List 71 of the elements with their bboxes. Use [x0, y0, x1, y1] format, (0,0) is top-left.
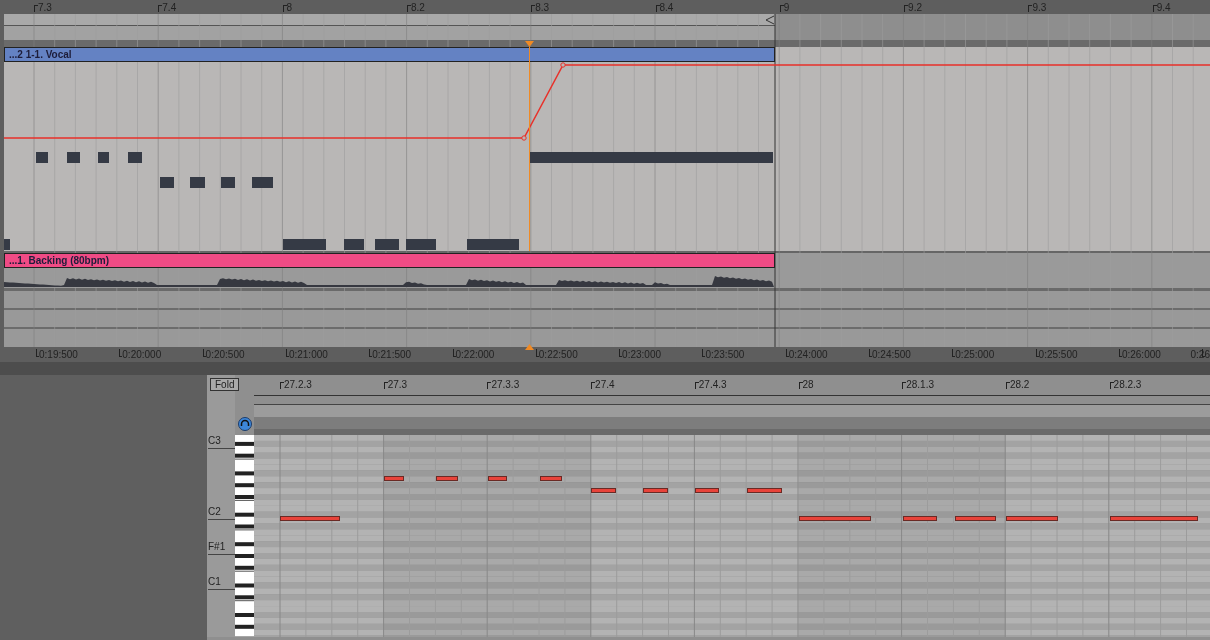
bar-number: 27.4 [595, 380, 615, 390]
key-label: C1 [208, 577, 235, 590]
time-label: 0:21:500 [372, 350, 412, 360]
midi-note [747, 488, 782, 493]
midi-note [799, 516, 871, 521]
time-label: 0:20:500 [205, 350, 245, 360]
bar-number: 8.3 [535, 3, 550, 13]
bar-number: 9.3 [1032, 3, 1047, 13]
bar-number: 28.2.3 [1113, 380, 1142, 390]
bar-number: 28 [802, 380, 814, 390]
midi-note [190, 177, 205, 188]
time-label: 0:19:500 [39, 350, 78, 360]
midi-note [1006, 516, 1058, 521]
midi-note [903, 516, 937, 521]
time-label: 0:24:000 [788, 350, 828, 360]
midi-note [591, 488, 616, 493]
clip-header: ...1. Backing (80bpm) [4, 253, 775, 268]
bar-number: 27.4.3 [698, 380, 727, 390]
key-label: C2 [208, 507, 235, 520]
time-label: 0:23:000 [622, 350, 662, 360]
midi-note [98, 152, 109, 163]
midi-note [4, 239, 10, 250]
time-label: 0:22:500 [538, 350, 578, 360]
midi-note [221, 177, 235, 188]
bar-number: 28.1.3 [906, 380, 934, 390]
bar-number: 8.4 [659, 3, 674, 13]
midi-note [540, 476, 562, 481]
bar-number: 9.2 [908, 3, 922, 13]
playhead-icon [525, 344, 534, 350]
midi-note [488, 476, 507, 481]
headphones-icon [238, 417, 252, 431]
bar-number: 9.4 [1156, 3, 1171, 13]
bar-number: 7.4 [162, 3, 177, 13]
midi-note [160, 177, 174, 188]
time-label: 0:26 [1190, 350, 1210, 360]
bar-number: 27.2.3 [284, 380, 312, 390]
midi-note [955, 516, 996, 521]
time-label: 0:24:500 [872, 350, 911, 360]
key-label: F#1 [208, 542, 235, 555]
midi-note [344, 239, 364, 250]
bar-number: 28.2 [1009, 380, 1030, 390]
bar-number: 27.3 [387, 380, 408, 390]
midi-note [280, 516, 340, 521]
bar-number: 27.3.3 [491, 380, 520, 390]
midi-note [36, 152, 48, 163]
midi-note [643, 488, 668, 493]
time-label: 0:22:000 [455, 350, 495, 360]
clip-header: ...2 1-1. Vocal [4, 47, 775, 62]
time-label: 0:21:000 [288, 350, 328, 360]
midi-note [67, 152, 80, 163]
midi-note [384, 476, 404, 481]
midi-note [252, 177, 273, 188]
midi-note [467, 239, 519, 250]
midi-note [436, 476, 458, 481]
midi-note [695, 488, 719, 493]
fold-button[interactable]: Fold [210, 378, 240, 391]
time-label: 0:23:500 [705, 350, 745, 360]
bar-number: 8.2 [410, 3, 425, 13]
loop-end-icon [765, 15, 775, 25]
midi-note [128, 152, 142, 163]
midi-note [283, 239, 326, 250]
time-label: 0:25:000 [955, 350, 995, 360]
midi-note [406, 239, 436, 250]
bar-number: 7.3 [38, 3, 52, 13]
midi-note [375, 239, 399, 250]
time-label: 0:26:000 [1121, 350, 1161, 360]
note-grid[interactable] [254, 435, 1210, 637]
time-label: 0:25:500 [1038, 350, 1078, 360]
splitter-bar[interactable] [0, 362, 1210, 375]
key-label: C3 [208, 436, 235, 449]
bar-number: 8 [286, 3, 293, 13]
